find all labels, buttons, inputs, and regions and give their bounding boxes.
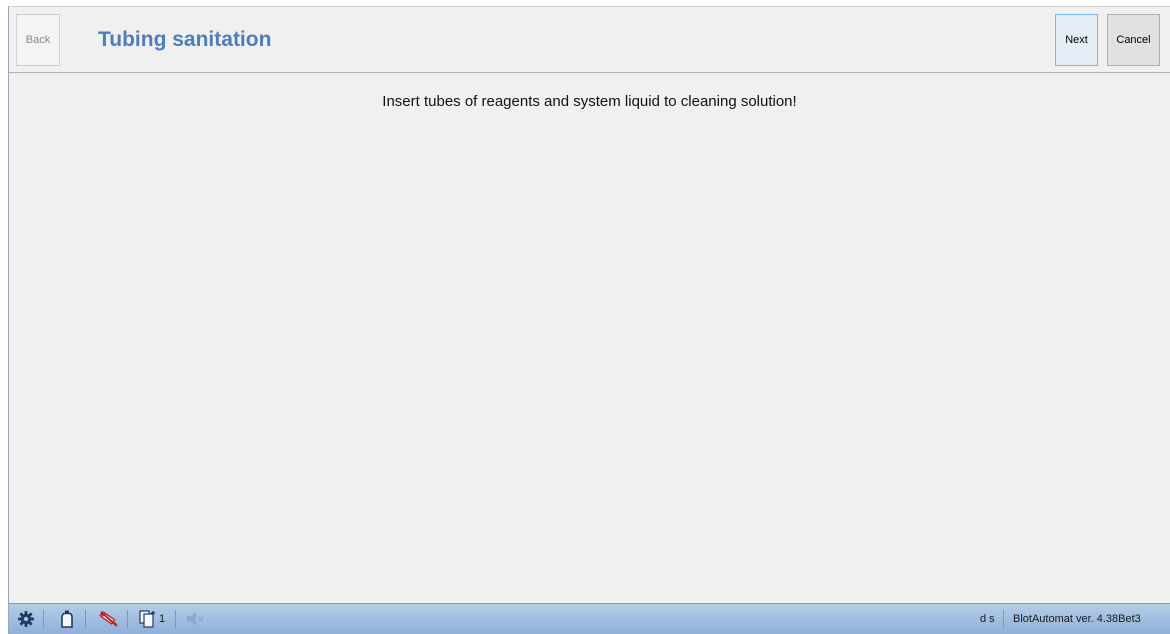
cancel-button[interactable]: Cancel [1107,14,1160,66]
status-separator [127,610,128,628]
status-separator [1003,610,1004,628]
syringe-disabled-icon[interactable] [99,610,119,628]
status-separator [43,610,44,628]
app-window: Back Tubing sanitation Next Cancel Inser… [8,6,1170,634]
back-button[interactable]: Back [16,14,60,66]
page-title: Tubing sanitation [98,28,272,51]
status-bar: 1 d s BlotAutomat ver. 4.38Bet3 [9,603,1170,634]
next-button[interactable]: Next [1055,14,1098,66]
version-label: BlotAutomat ver. 4.38Bet3 [1013,613,1141,625]
documents-icon [139,610,155,628]
status-separator [85,610,86,628]
speaker-muted-icon[interactable] [185,610,205,628]
instruction-message: Insert tubes of reagents and system liqu… [382,93,797,110]
user-initials: d s [980,613,995,625]
documents-count: 1 [159,613,166,625]
gear-icon[interactable] [17,610,35,628]
bottle-icon[interactable] [59,610,75,628]
header-bar: Back Tubing sanitation Next Cancel [9,7,1170,73]
status-separator [175,610,176,628]
documents-indicator[interactable]: 1 [139,610,165,628]
